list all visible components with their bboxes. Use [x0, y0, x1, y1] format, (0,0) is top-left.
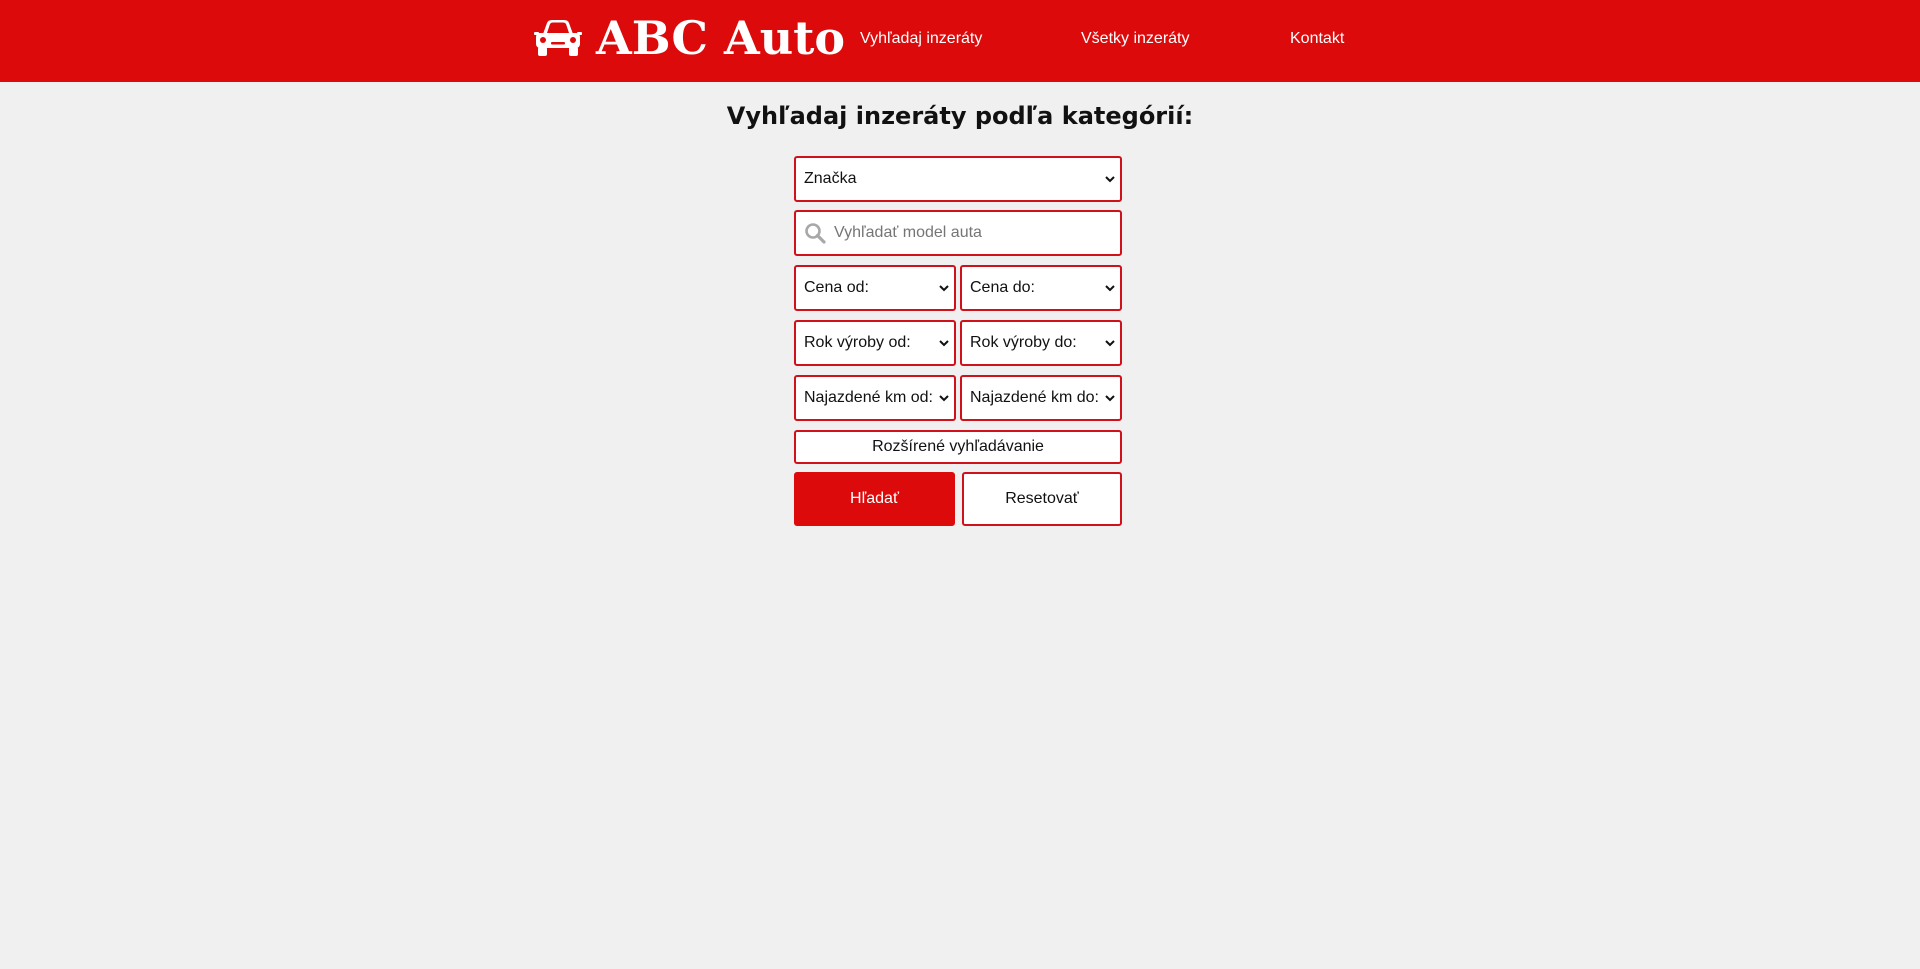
year-to-select[interactable]: Rok výroby do:: [960, 320, 1122, 366]
year-from-select[interactable]: Rok výroby od:: [794, 320, 956, 366]
km-to-select[interactable]: Najazdené km do:: [960, 375, 1122, 421]
chevron-down-icon: [1105, 340, 1115, 347]
brand-name: ABC Auto: [596, 11, 846, 65]
km-to-value: Najazdené km do:: [970, 389, 1099, 406]
chevron-down-icon: [1105, 176, 1115, 183]
search-icon: [805, 223, 826, 244]
search-button-label: Hľadať: [850, 490, 899, 507]
car-icon: [534, 20, 582, 56]
nav-all-ads[interactable]: Všetky inzeráty: [1081, 30, 1189, 48]
year-from-value: Rok výroby od:: [804, 334, 911, 351]
model-search-input[interactable]: [834, 212, 1120, 254]
chevron-down-icon: [939, 340, 949, 347]
model-search-field[interactable]: [794, 210, 1122, 256]
reset-button-label: Resetovať: [1005, 490, 1079, 507]
km-from-value: Najazdené km od:: [804, 389, 933, 406]
chevron-down-icon: [1105, 395, 1115, 402]
page-title: Vyhľadaj inzeráty podľa kategórií:: [726, 102, 1194, 130]
km-from-select[interactable]: Najazdené km od:: [794, 375, 956, 421]
advanced-search-label: Rozšírené vyhľadávanie: [872, 438, 1044, 455]
price-to-value: Cena do:: [970, 279, 1035, 296]
advanced-search-button[interactable]: Rozšírené vyhľadávanie: [794, 430, 1122, 464]
chevron-down-icon: [939, 285, 949, 292]
search-button[interactable]: Hľadať: [794, 472, 955, 526]
price-from-value: Cena od:: [804, 279, 869, 296]
year-to-value: Rok výroby do:: [970, 334, 1077, 351]
brand-select[interactable]: Značka: [794, 156, 1122, 202]
top-header: ABC Auto Vyhľadaj inzeráty Všetky inzerá…: [0, 0, 1920, 82]
brand-logo[interactable]: ABC Auto: [534, 10, 845, 66]
nav-contact[interactable]: Kontakt: [1290, 30, 1344, 48]
chevron-down-icon: [939, 395, 949, 402]
price-from-select[interactable]: Cena od:: [794, 265, 956, 311]
nav-search-ads[interactable]: Vyhľadaj inzeráty: [860, 30, 982, 48]
chevron-down-icon: [1105, 285, 1115, 292]
price-to-select[interactable]: Cena do:: [960, 265, 1122, 311]
brand-select-value: Značka: [804, 170, 857, 187]
reset-button[interactable]: Resetovať: [962, 472, 1122, 526]
